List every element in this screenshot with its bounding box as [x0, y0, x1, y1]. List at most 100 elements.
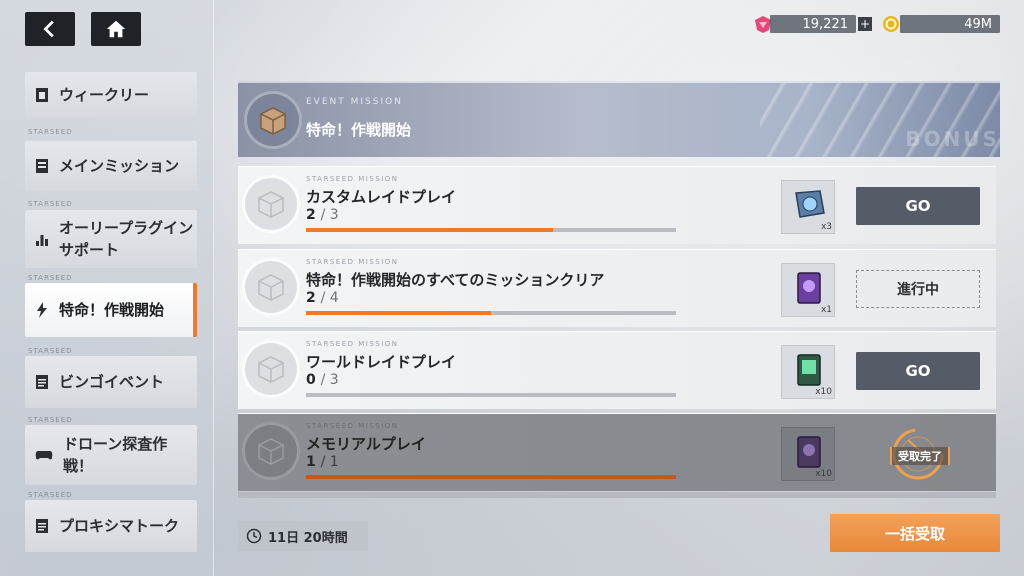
home-icon: [106, 20, 126, 38]
progress-fill: [306, 228, 553, 232]
sidebar-item-label: メインミッション: [59, 157, 180, 175]
reward-quantity: x1: [820, 305, 832, 315]
sidebar-item-drone[interactable]: ドローン探査作戦！: [25, 425, 197, 485]
progress-bar: [306, 393, 676, 397]
calendar-icon: [36, 88, 48, 102]
sidebar-item-label: 特命！作戦開始: [59, 301, 165, 319]
sidebar-item-label: ウィークリー: [59, 86, 150, 104]
reward-quantity: x3: [820, 222, 832, 232]
sidebar-item-label: ドローン探査作戦！: [63, 435, 168, 475]
list-bottom-edge: [238, 492, 996, 498]
claim-all-button[interactable]: 一括受取: [830, 514, 1000, 552]
purple-card-icon: [797, 436, 821, 468]
gold-coin-icon: [883, 16, 899, 32]
progress-total: / 3: [320, 372, 339, 388]
seed-tag: STARSEED: [28, 128, 73, 136]
reward-slot[interactable]: x1: [781, 263, 835, 317]
sidebar-item-weekly[interactable]: ウィークリー: [25, 72, 197, 118]
mission-title: メモリアルプレイ: [306, 435, 426, 453]
mission-badge: [242, 340, 300, 398]
sidebar-item-label: ビンゴイベント: [59, 373, 165, 391]
reward-slot[interactable]: x10: [781, 345, 835, 399]
claimed-label: 受取完了: [890, 447, 950, 465]
sidebar-item-label: オーリープラグインサポート: [59, 219, 194, 259]
mission-row: STARSEED MISSION 特命！作戦開始のすべてのミッションクリア 2 …: [238, 249, 996, 327]
mission-progress-text: 2 / 4: [306, 290, 339, 306]
mission-title: カスタムレイドプレイ: [306, 188, 457, 206]
event-bg-text: BONUS: [905, 127, 1000, 151]
go-button[interactable]: GO: [856, 352, 980, 390]
back-button[interactable]: [25, 12, 75, 46]
reward-quantity: x10: [815, 387, 832, 397]
sidebar-item-plugin-support[interactable]: オーリープラグインサポート: [25, 210, 197, 268]
mission-row-completed: STARSEED MISSION メモリアルプレイ 1 / 1 x10 受取完了: [238, 413, 996, 491]
mission-subtitle: STARSEED MISSION: [306, 340, 399, 348]
progress-current: 2: [306, 207, 316, 223]
bolt-icon: [37, 302, 47, 318]
sidebar-item-proxima-talk[interactable]: プロキシマトーク: [25, 500, 197, 552]
timer-text: 11日 20時間: [268, 530, 348, 546]
event-header: EVENT MISSION 特命！作戦開始 BONUS: [238, 81, 1000, 157]
mission-progress-text: 2 / 3: [306, 207, 339, 223]
seed-tag: STARSEED: [28, 491, 73, 499]
box-outline-icon: [258, 274, 284, 301]
box-outline-icon: [258, 356, 284, 383]
progress-total: / 3: [320, 207, 339, 223]
progress-current: 1: [306, 454, 316, 470]
reward-quantity: x10: [815, 469, 832, 479]
event-title: 特命！作戦開始: [306, 121, 412, 139]
progress-bar: [306, 228, 676, 232]
progress-total: / 4: [320, 290, 339, 306]
mission-badge: [242, 258, 300, 316]
go-button[interactable]: GO: [856, 187, 980, 225]
green-card-icon: [797, 354, 821, 386]
gem-count: 19,221: [770, 15, 856, 33]
seed-tag: STARSEED: [28, 200, 73, 208]
mission-title: ワールドレイドプレイ: [306, 353, 457, 371]
mission-row: STARSEED MISSION ワールドレイドプレイ 0 / 3 x10 GO: [238, 331, 996, 409]
progress-current: 0: [306, 372, 316, 388]
progress-fill: [306, 311, 491, 315]
progress-fill: [306, 475, 676, 479]
in-progress-indicator: 進行中: [856, 270, 980, 308]
box-outline-icon: [258, 438, 284, 465]
reward-slot[interactable]: x3: [781, 180, 835, 234]
seed-tag: STARSEED: [28, 416, 73, 424]
mission-subtitle: STARSEED MISSION: [306, 175, 399, 183]
clock-icon: [246, 528, 262, 544]
chevron-left-icon: [43, 20, 54, 38]
home-button[interactable]: [91, 12, 141, 46]
list-icon: [36, 159, 48, 173]
mission-progress-text: 0 / 3: [306, 372, 339, 388]
progress-total: / 1: [320, 454, 339, 470]
mission-subtitle: STARSEED MISSION: [306, 258, 399, 266]
progress-bar: [306, 475, 676, 479]
sidebar: ウィークリー STARSEED メインミッション STARSEED オーリープラ…: [0, 0, 214, 576]
mission-badge: [242, 175, 300, 233]
mission-progress-text: 1 / 1: [306, 454, 339, 470]
mission-badge: [242, 422, 300, 480]
progress-current: 2: [306, 290, 316, 306]
mission-row: STARSEED MISSION カスタムレイドプレイ 2 / 3 x3 GO: [238, 166, 996, 244]
sidebar-item-special-mission[interactable]: 特命！作戦開始: [25, 283, 197, 337]
event-subtitle: EVENT MISSION: [306, 97, 403, 107]
sidebar-item-label: プロキシマトーク: [59, 517, 180, 535]
seed-tag: STARSEED: [28, 274, 73, 282]
event-timer: 11日 20時間: [238, 521, 368, 551]
mission-title: 特命！作戦開始のすべてのミッションクリア: [306, 271, 605, 289]
gamepad-icon: [35, 451, 53, 460]
event-badge: [244, 91, 302, 149]
progress-bar: [306, 311, 676, 315]
box-outline-icon: [258, 191, 284, 218]
sidebar-item-bingo[interactable]: ビンゴイベント: [25, 356, 197, 408]
bar-chart-icon: [36, 235, 48, 246]
sidebar-item-main-mission[interactable]: メインミッション: [25, 141, 197, 191]
purple-card-icon: [797, 272, 821, 304]
blue-crystal-icon: [795, 190, 825, 218]
document-icon: [36, 375, 48, 389]
mission-subtitle: STARSEED MISSION: [306, 422, 399, 430]
gold-count: 49M: [900, 15, 1000, 33]
add-gems-button[interactable]: +: [858, 17, 872, 31]
box-icon: [260, 107, 286, 135]
seed-tag: STARSEED: [28, 347, 73, 355]
